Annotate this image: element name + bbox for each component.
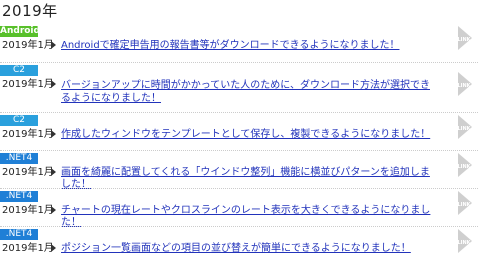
bullet-arrow-icon <box>51 80 56 88</box>
entry-date: 2019年1月 <box>2 205 54 216</box>
platform-badge: .NET4 <box>0 229 38 240</box>
news-link[interactable]: Androidで確定申告用の報告書等がダウンロードできるようになりました！ <box>61 40 439 52</box>
link-label: LINK <box>457 83 471 89</box>
link-label: LINK <box>457 37 471 43</box>
link-arrow-icon[interactable]: LINK <box>452 115 476 139</box>
entry-date: 2019年1月 <box>2 243 54 254</box>
entry-date: 2019年1月 <box>2 40 54 51</box>
link-arrow-icon[interactable]: LINK <box>452 72 476 96</box>
news-link[interactable]: ポジション一覧画面などの項目の並び替えが簡単にできるようになりました！ <box>61 243 439 255</box>
news-entry: C2 2019年1月 作成したウィンドウをテンプレートとして保存し、複製できるよ… <box>0 115 478 151</box>
divider <box>0 188 478 189</box>
link-label: LINK <box>457 240 471 246</box>
news-entry: Android 2019年1月 Androidで確定申告用の報告書等がダウンロー… <box>0 26 478 63</box>
bullet-arrow-icon <box>51 244 56 252</box>
news-list: Android 2019年1月 Androidで確定申告用の報告書等がダウンロー… <box>0 26 478 265</box>
platform-badge: Android <box>0 26 40 37</box>
link-label: LINK <box>457 164 471 170</box>
bullet-arrow-icon <box>51 168 56 176</box>
link-label: LINK <box>457 126 471 132</box>
link-arrow-icon[interactable]: LINK <box>452 191 476 215</box>
platform-badge: C2 <box>0 115 38 126</box>
year-heading: 2019年 <box>2 2 58 20</box>
platform-badge: .NET4 <box>0 191 38 202</box>
divider <box>0 112 478 113</box>
divider <box>0 150 478 151</box>
news-entry: C2 2019年1月 バージョンアップに時間がかかっていた人のために、ダウンロー… <box>0 65 478 113</box>
news-entry: .NET4 2019年1月 画面を綺麗に配置してくれる「ウインドウ整列」機能に横… <box>0 153 478 190</box>
news-link[interactable]: 作成したウィンドウをテンプレートとして保存し、複製できるようになりました！ <box>61 129 439 141</box>
bullet-arrow-icon <box>51 130 56 138</box>
divider <box>0 62 478 63</box>
news-link[interactable]: バージョンアップに時間がかかっていた人のために、ダウンロード方法が選択できるよう… <box>61 79 439 105</box>
link-arrow-icon[interactable]: LINK <box>452 229 476 253</box>
divider <box>0 226 478 227</box>
entry-date: 2019年1月 <box>2 167 54 178</box>
link-arrow-icon[interactable]: LINK <box>452 153 476 177</box>
entry-date: 2019年1月 <box>2 79 54 90</box>
link-arrow-icon[interactable]: LINK <box>452 26 476 50</box>
news-entry: .NET4 2019年1月 ポジション一覧画面などの項目の並び替えが簡単にできる… <box>0 229 478 265</box>
bullet-arrow-icon <box>51 41 56 49</box>
link-label: LINK <box>457 202 471 208</box>
news-entry: .NET4 2019年1月 チャートの現在レートやクロスラインのレート表示を大き… <box>0 191 478 228</box>
entry-date: 2019年1月 <box>2 129 54 140</box>
platform-badge: C2 <box>0 65 38 76</box>
platform-badge: .NET4 <box>0 153 38 164</box>
bullet-arrow-icon <box>51 206 56 214</box>
